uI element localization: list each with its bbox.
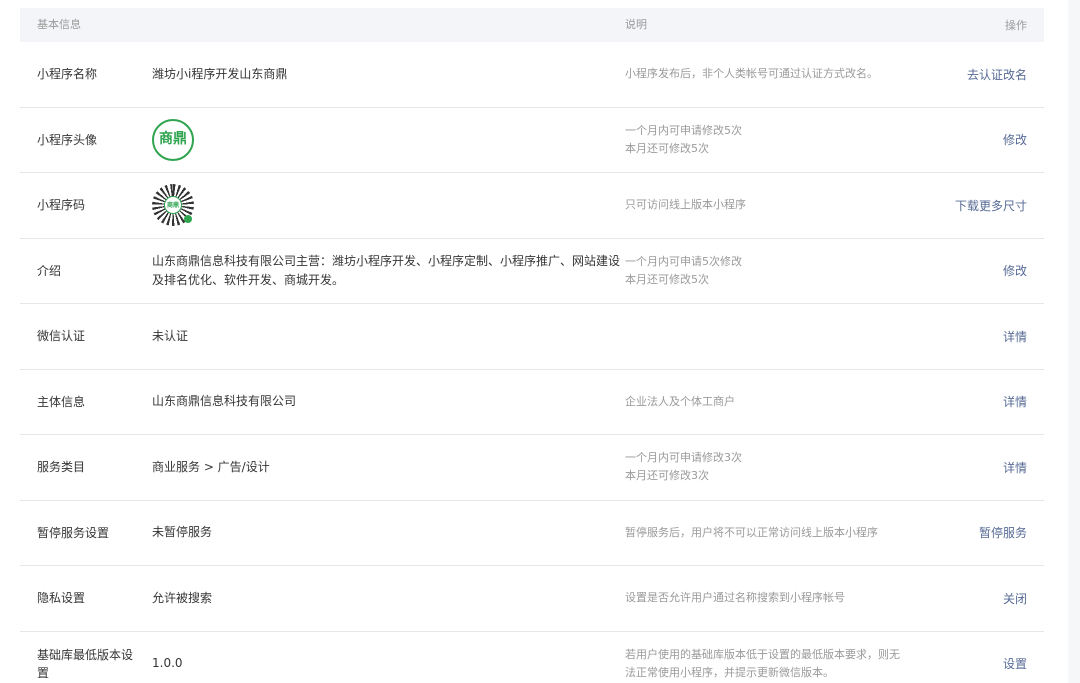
row-value: 商鼎 xyxy=(134,184,625,227)
intro-text-line: 山东商鼎信息科技有限公司主营：潍坊小程序开发、小程序定制、小程序推广、网站建设 xyxy=(152,253,621,268)
row-label: 基础库最低版本设 置 xyxy=(20,646,134,682)
row-label: 介绍 xyxy=(37,263,62,278)
verification-details-link[interactable]: 详情 xyxy=(1003,330,1027,344)
header-operation: 操作 xyxy=(1005,19,1027,32)
row-description: 企业法人及个体工商户 xyxy=(625,393,935,411)
row-description: 设置是否允许用户通过名称搜索到小程序帐号 xyxy=(625,589,935,607)
pause-service-link[interactable]: 暂停服务 xyxy=(979,526,1027,540)
row-description: 只可访问线上版本小程序 xyxy=(625,196,935,214)
verify-rename-link[interactable]: 去认证改名 xyxy=(967,68,1027,82)
row-description: 若用户使用的基础库版本低于设置的最低版本要求，则无 法正常使用小程序，并提示更新… xyxy=(625,646,935,682)
category-details-link[interactable]: 详情 xyxy=(1003,461,1027,475)
row-value: 允许被搜索 xyxy=(152,590,213,605)
table-row-min-version: 基础库最低版本设 置 1.0.0 若用户使用的基础库版本低于设置的最低版本要求，… xyxy=(20,632,1044,683)
intro-text-line: 及排名优化、软件开发、商城开发。 xyxy=(152,272,345,287)
row-description-line: 一个月内可申请5次修改 xyxy=(625,254,742,268)
entity-details-link[interactable]: 详情 xyxy=(1003,395,1027,409)
row-label: 小程序头像 xyxy=(37,132,98,147)
row-value: 山东商鼎信息科技有限公司 xyxy=(152,394,297,409)
table-row-avatar: 小程序头像 商鼎 一个月内可申请修改5次 本月还可修改5次 修改 xyxy=(20,108,1044,173)
row-label: 隐私设置 xyxy=(37,591,86,606)
table-row-privacy: 隐私设置 允许被搜索 设置是否允许用户通过名称搜索到小程序帐号 关闭 xyxy=(20,566,1044,632)
mini-program-avatar: 商鼎 xyxy=(152,118,194,161)
row-description: 一个月内可申请5次修改 本月还可修改5次 xyxy=(625,253,935,289)
table-row-entity: 主体信息 山东商鼎信息科技有限公司 企业法人及个体工商户 详情 xyxy=(20,370,1044,435)
row-value: 商业服务 > 广告/设计 xyxy=(152,459,270,474)
row-label: 小程序码 xyxy=(37,198,86,213)
table-row-pause-service: 暂停服务设置 未暂停服务 暂停服务后，用户将不可以正常访问线上版本小程序 暂停服… xyxy=(20,501,1044,566)
page-scrollbar-track[interactable] xyxy=(1068,0,1080,683)
row-description: 小程序发布后，非个人类帐号可通过认证方式改名。 xyxy=(625,65,935,83)
row-description: 一个月内可申请修改3次 本月还可修改3次 xyxy=(625,449,935,485)
version-settings-link[interactable]: 设置 xyxy=(1003,657,1027,671)
mini-program-code-logo: 商鼎 xyxy=(164,196,182,215)
row-description-line: 法正常使用小程序，并提示更新微信版本。 xyxy=(625,665,834,679)
table-row-verification: 微信认证 未认证 详情 xyxy=(20,304,1044,370)
table-row-category: 服务类目 商业服务 > 广告/设计 一个月内可申请修改3次 本月还可修改3次 详… xyxy=(20,435,1044,501)
privacy-close-link[interactable]: 关闭 xyxy=(1003,592,1027,606)
row-label-line: 基础库最低版本设 xyxy=(37,647,134,662)
header-description: 说明 xyxy=(625,18,647,31)
row-label-line: 置 xyxy=(37,665,50,680)
row-description-line: 暂停服务后，用户将不可以正常访问线上版本小程序 xyxy=(625,525,878,539)
row-value: 未认证 xyxy=(152,328,189,343)
row-value: 1.0.0 xyxy=(152,656,183,671)
table-header: 基本信息 说明 操作 xyxy=(20,8,1044,42)
row-label: 主体信息 xyxy=(37,394,86,409)
row-description-line: 一个月内可申请修改3次 xyxy=(625,451,742,465)
row-value: 商鼎 xyxy=(134,118,625,161)
wechat-badge-icon xyxy=(184,215,192,224)
row-label: 微信认证 xyxy=(37,329,86,344)
row-description-line: 本月还可修改5次 xyxy=(625,141,709,155)
row-description-line: 企业法人及个体工商户 xyxy=(625,394,735,408)
table-row-intro: 介绍 山东商鼎信息科技有限公司主营：潍坊小程序开发、小程序定制、小程序推广、网站… xyxy=(20,239,1044,304)
row-value: 山东商鼎信息科技有限公司主营：潍坊小程序开发、小程序定制、小程序推广、网站建设 … xyxy=(134,252,625,290)
table-row-name: 小程序名称 潍坊小i程序开发山东商鼎 小程序发布后，非个人类帐号可通过认证方式改… xyxy=(20,42,1044,108)
row-value: 未暂停服务 xyxy=(152,525,213,540)
row-description: 暂停服务后，用户将不可以正常访问线上版本小程序 xyxy=(625,524,935,542)
row-label: 小程序名称 xyxy=(37,67,98,82)
row-description-line: 本月还可修改5次 xyxy=(625,272,709,286)
row-description: 一个月内可申请修改5次 本月还可修改5次 xyxy=(625,122,935,158)
row-description-line: 若用户使用的基础库版本低于设置的最低版本要求，则无 xyxy=(625,647,900,661)
row-value: 潍坊小i程序开发山东商鼎 xyxy=(152,66,288,81)
table-row-qrcode: 小程序码 商鼎 只可访问线上版本小程序 下载更多尺寸 xyxy=(20,173,1044,239)
row-description-line: 一个月内可申请修改5次 xyxy=(625,123,742,137)
row-description-line: 小程序发布后，非个人类帐号可通过认证方式改名。 xyxy=(625,67,878,81)
modify-intro-link[interactable]: 修改 xyxy=(1003,264,1027,278)
mini-program-code-image: 商鼎 xyxy=(152,184,194,227)
row-label: 服务类目 xyxy=(37,460,86,475)
download-more-sizes-link[interactable]: 下载更多尺寸 xyxy=(955,199,1027,213)
modify-avatar-link[interactable]: 修改 xyxy=(1003,133,1027,147)
row-label: 暂停服务设置 xyxy=(37,525,110,540)
header-basic-info: 基本信息 xyxy=(37,18,81,31)
row-description-line: 本月还可修改3次 xyxy=(625,469,709,483)
row-description-line: 只可访问线上版本小程序 xyxy=(625,198,746,212)
row-description-line: 设置是否允许用户通过名称搜索到小程序帐号 xyxy=(625,591,845,605)
basic-info-table: 基本信息 说明 操作 小程序名称 潍坊小i程序开发山东商鼎 小程序发布后，非个人… xyxy=(20,8,1044,683)
